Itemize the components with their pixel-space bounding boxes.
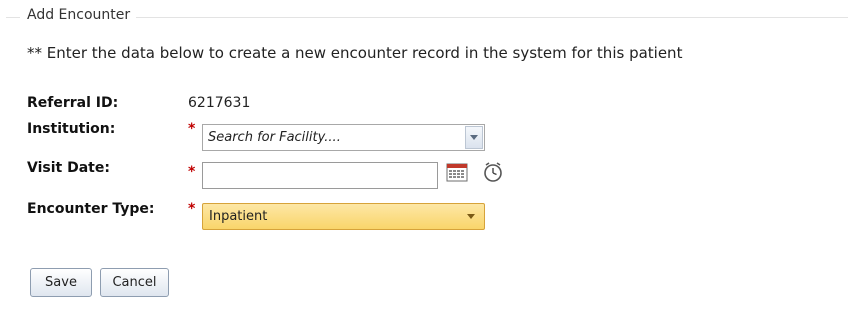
form-legend: Add Encounter <box>20 7 137 23</box>
save-button[interactable]: Save <box>30 268 92 297</box>
encounter-type-required-mark: * <box>188 201 196 217</box>
institution-required-mark: * <box>188 121 196 137</box>
visit-date-label: Visit Date: <box>27 160 110 176</box>
referral-id-value: 6217631 <box>188 95 251 111</box>
chevron-down-icon <box>470 135 478 140</box>
cancel-button[interactable]: Cancel <box>100 268 169 297</box>
institution-label: Institution: <box>27 121 116 137</box>
calendar-icon[interactable] <box>446 162 468 182</box>
visit-date-required-mark: * <box>188 164 196 180</box>
referral-id-label: Referral ID: <box>27 95 119 111</box>
clock-icon[interactable] <box>482 161 504 183</box>
form-instructions: ** Enter the data below to create a new … <box>27 44 683 62</box>
encounter-type-select[interactable]: Inpatient <box>202 203 485 230</box>
institution-combobox[interactable]: Search for Facility.... <box>202 124 485 151</box>
institution-search-input[interactable]: Search for Facility.... <box>203 130 465 145</box>
encounter-type-label: Encounter Type: <box>27 201 155 217</box>
encounter-type-selected-value: Inpatient <box>209 209 268 224</box>
chevron-down-icon <box>467 214 475 219</box>
visit-date-input[interactable] <box>202 162 438 189</box>
institution-dropdown-button[interactable] <box>465 126 483 149</box>
